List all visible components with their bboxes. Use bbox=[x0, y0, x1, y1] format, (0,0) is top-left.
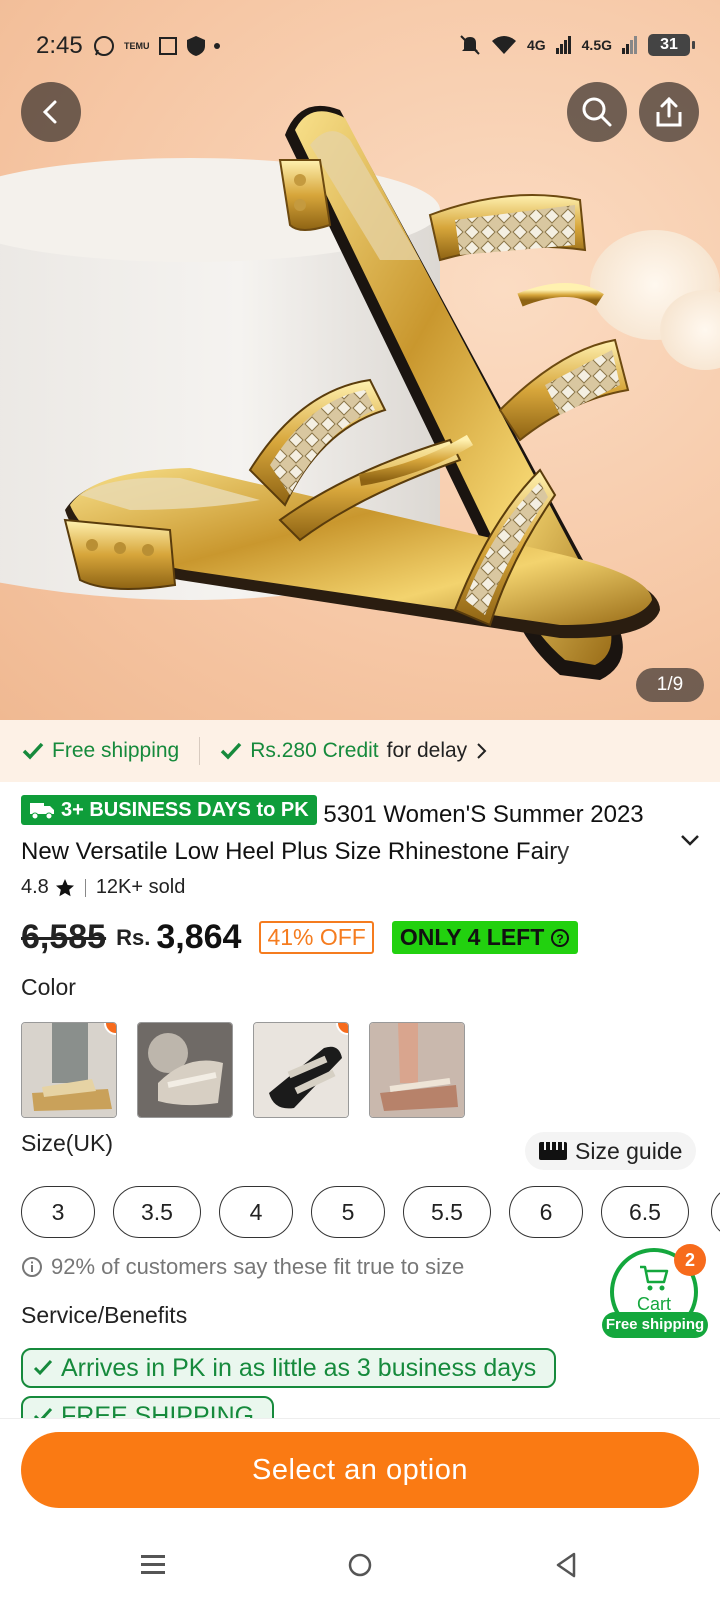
title-line-2: New Versatile Low Heel Plus Size Rhinest… bbox=[21, 838, 570, 865]
chevron-left-icon bbox=[42, 100, 57, 124]
check-icon bbox=[221, 742, 242, 760]
product-image-gallery[interactable]: 2:45 TEMU 4G 4.5G 31 1/9 bbox=[0, 0, 720, 720]
notification-dot-icon bbox=[213, 43, 220, 49]
size-option-3-5[interactable]: 3.5 bbox=[113, 1186, 201, 1238]
whatsapp-icon bbox=[94, 36, 114, 56]
size-option-6-5[interactable]: 6.5 bbox=[601, 1186, 689, 1238]
mute-icon bbox=[460, 35, 480, 55]
size-option-5[interactable]: 5 bbox=[311, 1186, 385, 1238]
truck-icon bbox=[30, 803, 54, 820]
sold-count: 12K+ sold bbox=[95, 876, 186, 898]
search-button[interactable] bbox=[567, 82, 627, 142]
color-section-label: Color bbox=[21, 974, 76, 1000]
credit-suffix: for delay bbox=[386, 739, 468, 762]
title-line-1: 5301 Women'S Summer 2023 bbox=[323, 801, 644, 828]
delivery-badge-label: 3+ BUSINESS DAYS to PK bbox=[61, 799, 309, 821]
recent-apps-icon[interactable] bbox=[140, 1552, 166, 1578]
home-icon[interactable] bbox=[347, 1552, 373, 1578]
battery-icon: 31 bbox=[648, 34, 695, 56]
divider bbox=[199, 737, 201, 765]
signal-icon bbox=[622, 36, 637, 54]
service-item-arrival: Arrives in PK in as little as 3 business… bbox=[21, 1348, 557, 1388]
status-time: 2:45 bbox=[36, 32, 83, 59]
size-option-4[interactable]: 4 bbox=[219, 1186, 293, 1238]
credit-label: Rs.280 Credit bbox=[250, 739, 379, 762]
color-swatch-rose-gold[interactable] bbox=[369, 1022, 465, 1118]
fit-note-text: 92% of customers say these fit true to s… bbox=[51, 1254, 465, 1279]
service-section-label: Service/Benefits bbox=[21, 1302, 188, 1328]
size-guide-label: Size guide bbox=[575, 1137, 683, 1164]
ruler-icon bbox=[539, 1142, 567, 1160]
expand-title-chevron-icon[interactable] bbox=[680, 834, 700, 848]
discount-badge: 41% OFF bbox=[259, 921, 374, 954]
shipping-benefits-strip[interactable]: Free shipping Rs.280 Credit for delay bbox=[0, 720, 720, 782]
check-icon bbox=[22, 742, 44, 760]
stock-badge[interactable]: ONLY 4 LEFT ? bbox=[391, 921, 579, 954]
status-bar: 2:45 TEMU 4G 4.5G 31 bbox=[0, 28, 720, 68]
original-price: 6,585 bbox=[21, 918, 107, 956]
temu-icon: TEMU bbox=[124, 40, 150, 51]
price-row: 6,585 Rs. 3,864 41% OFF ONLY 4 LEFT ? bbox=[21, 918, 579, 957]
color-swatch-black[interactable] bbox=[253, 1022, 349, 1118]
chevron-right-icon bbox=[477, 743, 487, 759]
select-option-button[interactable]: Select an option bbox=[21, 1432, 699, 1508]
free-shipping-label: Free shipping bbox=[52, 739, 180, 762]
back-button[interactable] bbox=[21, 82, 81, 142]
search-icon bbox=[582, 97, 612, 127]
system-navigation-bar bbox=[0, 1530, 720, 1600]
back-nav-icon[interactable] bbox=[553, 1551, 579, 1579]
network-4g-label: 4G bbox=[526, 37, 546, 53]
cart-icon bbox=[640, 1265, 669, 1291]
swatch-thumbnail bbox=[22, 1023, 116, 1117]
network-45g-label: 4.5G bbox=[581, 37, 612, 53]
divider bbox=[84, 878, 86, 897]
service-item-label: FREE SHIPPING bbox=[61, 1401, 255, 1419]
share-button[interactable] bbox=[639, 82, 699, 142]
sale-price: 3,864 bbox=[156, 918, 242, 956]
cart-count-badge: 2 bbox=[674, 1244, 706, 1276]
cart-free-shipping-badge: Free shipping bbox=[602, 1312, 708, 1338]
size-option-6[interactable]: 6 bbox=[509, 1186, 583, 1238]
star-icon bbox=[55, 878, 74, 896]
svg-text:?: ? bbox=[557, 932, 564, 946]
service-item-label: Arrives in PK in as little as 3 business… bbox=[61, 1353, 537, 1382]
product-title[interactable]: 3+ BUSINESS DAYS to PK 5301 Women'S Summ… bbox=[21, 795, 681, 870]
info-icon bbox=[22, 1257, 42, 1277]
image-page-indicator: 1/9 bbox=[636, 668, 704, 702]
size-option-3[interactable]: 3 bbox=[21, 1186, 95, 1238]
rating-value: 4.8 bbox=[21, 876, 49, 898]
currency-label: Rs. bbox=[116, 924, 151, 950]
free-shipping-item: Free shipping bbox=[22, 739, 179, 763]
credit-for-delay-item[interactable]: Rs.280 Credit for delay bbox=[220, 739, 487, 763]
color-swatch-gold-grey[interactable] bbox=[21, 1022, 117, 1118]
screenshot-icon bbox=[158, 37, 177, 55]
size-section-label: Size(UK) bbox=[21, 1130, 114, 1156]
swatch-thumbnail bbox=[370, 1023, 464, 1117]
swatch-thumbnail bbox=[138, 1023, 232, 1117]
share-icon bbox=[656, 96, 682, 127]
check-icon bbox=[33, 1359, 53, 1376]
color-swatches bbox=[21, 1022, 465, 1118]
swatch-thumbnail bbox=[254, 1023, 348, 1117]
size-option-5-5[interactable]: 5.5 bbox=[403, 1186, 491, 1238]
shield-icon bbox=[186, 36, 205, 56]
stock-label: ONLY 4 LEFT bbox=[399, 924, 545, 950]
size-options: 3 3.5 4 5 5.5 6 6.5 bbox=[21, 1186, 689, 1238]
check-icon bbox=[33, 1407, 53, 1418]
size-option-partial[interactable] bbox=[711, 1186, 720, 1238]
signal-icon bbox=[555, 36, 571, 54]
delivery-badge: 3+ BUSINESS DAYS to PK bbox=[21, 795, 317, 825]
color-swatch-silver[interactable] bbox=[137, 1022, 233, 1118]
service-item-free-shipping: FREE SHIPPING bbox=[21, 1396, 275, 1419]
service-overflow-clip: FREE SHIPPING bbox=[0, 1396, 720, 1418]
rating-row[interactable]: 4.8 12K+ sold bbox=[21, 876, 185, 899]
fit-note: 92% of customers say these fit true to s… bbox=[21, 1254, 464, 1280]
help-icon: ? bbox=[551, 928, 570, 947]
wifi-icon bbox=[491, 36, 516, 54]
size-guide-button[interactable]: Size guide bbox=[525, 1132, 697, 1170]
